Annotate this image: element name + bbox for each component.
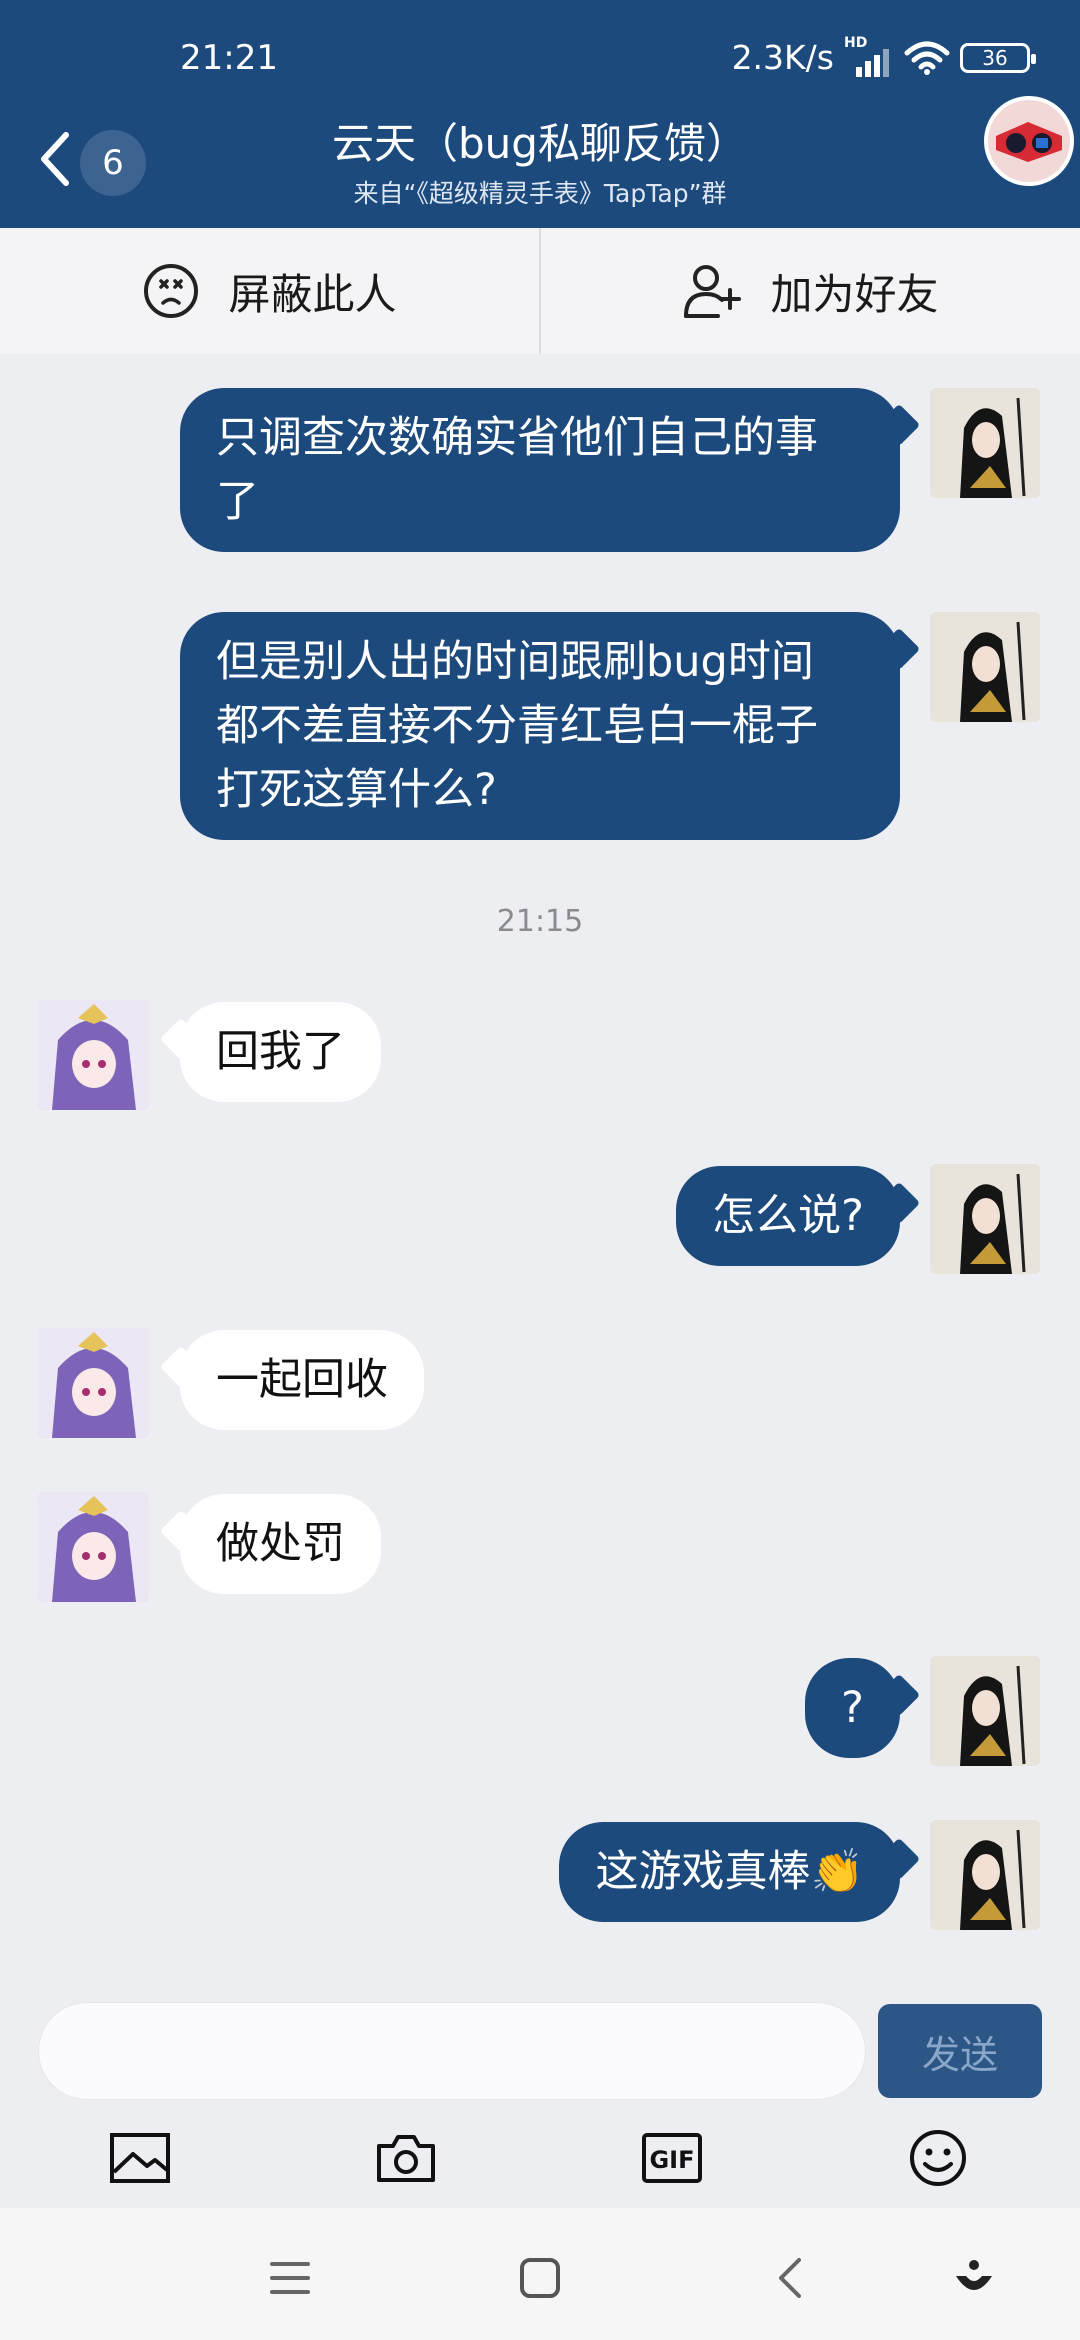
message-bubble-outgoing[interactable]: 这游戏真棒👏 [559, 1822, 900, 1922]
gif-icon: GIF [642, 2133, 702, 2183]
message-line: 打死这算什么? [216, 765, 497, 815]
net-speed: 2.3K/s [731, 38, 834, 77]
menu-icon [270, 2262, 310, 2294]
contact-avatar[interactable] [38, 1000, 148, 1110]
block-user-label: 屏蔽此人 [228, 269, 397, 319]
home-icon [520, 2258, 560, 2298]
add-user-icon [684, 265, 742, 318]
back-icon [779, 2258, 801, 2298]
message-bubble-outgoing[interactable]: 怎么说? [676, 1166, 900, 1266]
message-bubble-outgoing[interactable]: 只调查次数确实省他们自己的事 了 [180, 388, 900, 552]
message-bubble-incoming[interactable]: 回我了 [180, 1002, 381, 1102]
message-line: 只调查次数确实省他们自己的事 [216, 413, 818, 463]
block-user-button[interactable]: 屏蔽此人 [0, 228, 539, 354]
message-line: 了 [216, 477, 259, 527]
assist-nav-button[interactable] [944, 2248, 1004, 2308]
home-nav-button[interactable] [510, 2248, 570, 2308]
message-line: 但是别人出的时间跟刷bug时间 [216, 637, 814, 687]
camera-icon [377, 2135, 435, 2182]
battery-icon: 36 [960, 42, 1036, 73]
emoji-icon [910, 2130, 966, 2186]
my-avatar[interactable] [930, 1164, 1040, 1274]
chat-title: 云天（bug私聊反馈） [332, 119, 748, 168]
message-input[interactable] [38, 2002, 866, 2100]
my-avatar[interactable] [930, 388, 1040, 498]
composer-toolbar: GIF [0, 2108, 1080, 2208]
time-divider: 21:15 [496, 904, 584, 939]
system-nav-bar [0, 2208, 1080, 2340]
my-avatar[interactable] [930, 1656, 1040, 1766]
chat-subtitle: 来自“《超级精灵手表》TapTap”群 [353, 179, 727, 208]
gif-button[interactable]: GIF [632, 2118, 712, 2198]
camera-button[interactable] [366, 2118, 446, 2198]
my-avatar[interactable] [930, 1820, 1040, 1930]
emoji-button[interactable] [898, 2118, 978, 2198]
back-nav-button[interactable] [760, 2248, 820, 2308]
menu-nav-button[interactable] [260, 2248, 320, 2308]
assist-icon [956, 2260, 992, 2290]
contact-avatar[interactable] [38, 1328, 148, 1438]
battery-level: 36 [982, 45, 1008, 70]
message-bubble-incoming[interactable]: 做处罚 [180, 1494, 381, 1594]
status-time: 21:21 [180, 38, 278, 78]
wifi-icon [904, 41, 950, 75]
message-bubble-outgoing[interactable]: ? [805, 1658, 900, 1758]
gif-label: GIF [649, 2146, 694, 2174]
message-bubble-incoming[interactable]: 一起回收 [180, 1330, 424, 1430]
chat-header: 21:21 2.3K/s HD 36 6 云天（bug私聊反馈） 来自“《超级精… [0, 0, 1080, 228]
signal-icon: HD [844, 35, 894, 77]
add-friend-button[interactable]: 加为好友 [541, 228, 1080, 354]
block-face-icon [144, 264, 199, 318]
image-icon [110, 2133, 170, 2183]
message-line: 都不差直接不分青红皂白一棍子 [216, 701, 818, 751]
action-bar: 屏蔽此人 加为好友 [0, 228, 1080, 354]
my-avatar[interactable] [930, 612, 1040, 722]
contact-avatar[interactable] [38, 1492, 148, 1602]
image-button[interactable] [100, 2118, 180, 2198]
send-button[interactable]: 发送 [878, 2004, 1042, 2098]
status-indicators: 2.3K/s HD 36 [731, 35, 1036, 77]
group-avatar[interactable] [984, 96, 1074, 186]
add-friend-label: 加为好友 [770, 269, 939, 319]
message-bubble-outgoing[interactable]: 但是别人出的时间跟刷bug时间 都不差直接不分青红皂白一棍子 打死这算什么? [180, 612, 900, 840]
